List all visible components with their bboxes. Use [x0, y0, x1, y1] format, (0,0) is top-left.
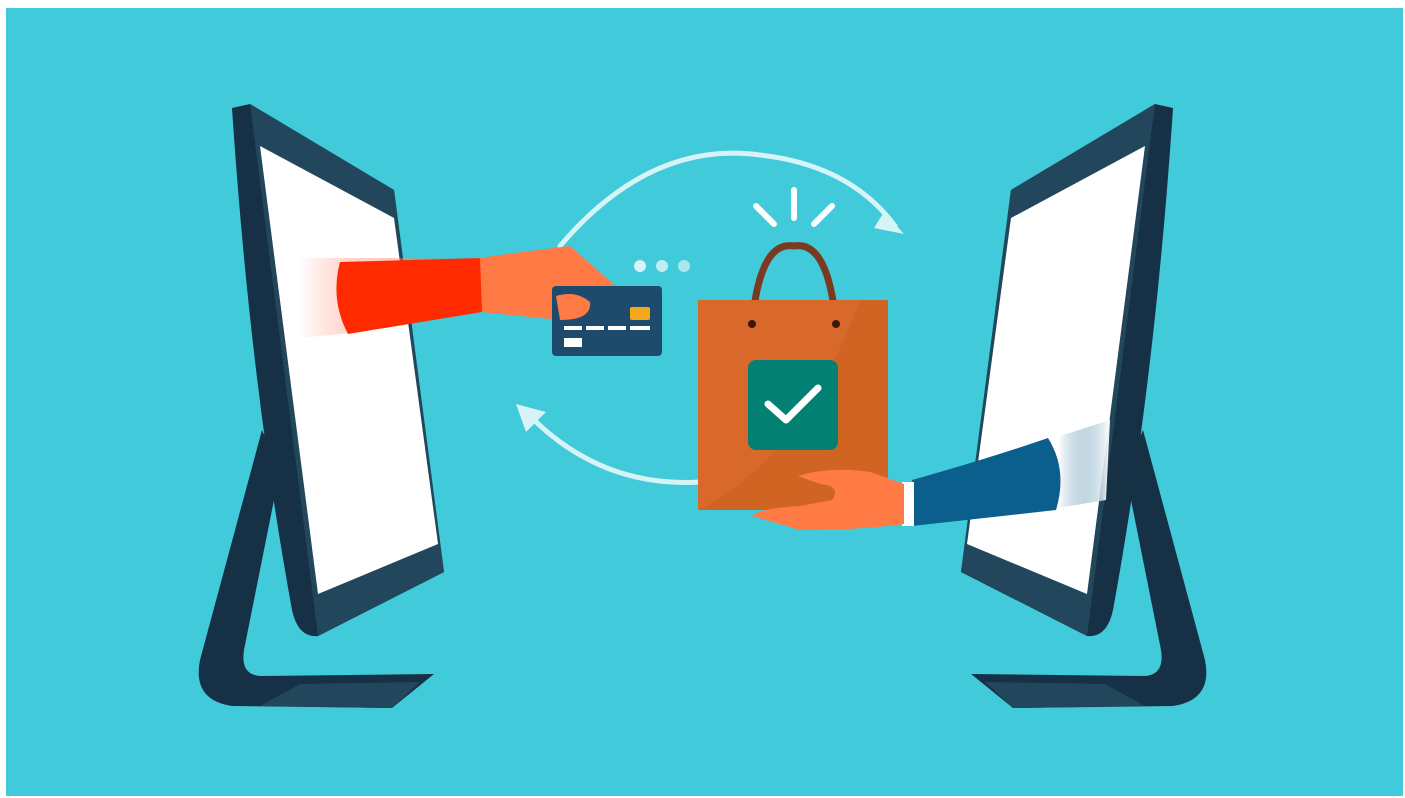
- card-number-1: [564, 326, 582, 330]
- card-number-3: [608, 326, 626, 330]
- ecommerce-exchange-illustration: [6, 8, 1403, 796]
- card-chip: [630, 307, 650, 320]
- dot-3: [678, 260, 690, 272]
- illustration-canvas: [0, 0, 1405, 798]
- loading-dots-icon: [634, 260, 690, 272]
- bag-rivet-right: [832, 320, 840, 328]
- dot-2: [656, 260, 668, 272]
- bag-rivet-left: [748, 320, 756, 328]
- dot-1: [634, 260, 646, 272]
- card-number-2: [586, 326, 604, 330]
- card-number-4: [630, 326, 650, 330]
- bag-badge: [748, 360, 838, 450]
- credit-card-icon: [552, 286, 662, 356]
- card-name-strip: [564, 338, 582, 347]
